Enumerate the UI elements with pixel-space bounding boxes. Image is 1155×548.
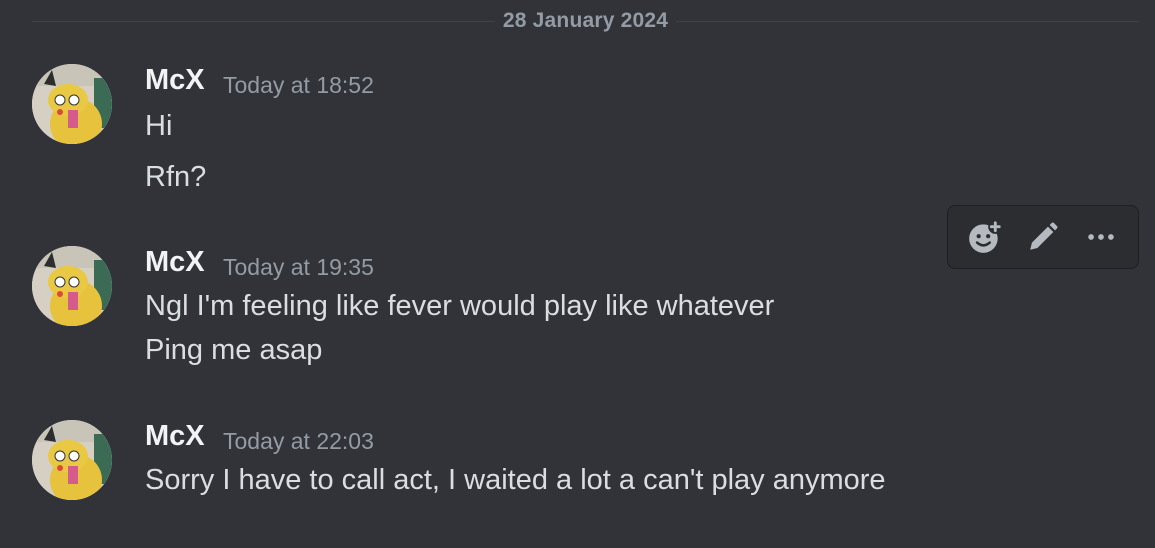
timestamp: Today at 22:03 [223,428,374,454]
more-icon [1088,234,1114,240]
message-group: McX Today at 22:03 Sorry I have to call … [0,0,1155,548]
edit-button[interactable] [1019,213,1067,261]
message-actions-toolbar [947,205,1139,269]
add-reaction-button[interactable] [961,213,1009,261]
avatar[interactable] [32,420,112,500]
add-reaction-icon [969,219,1003,253]
edit-icon [1030,222,1058,250]
username[interactable]: McX [145,420,205,453]
message-text: Sorry I have to call act, I waited a lot… [145,464,886,496]
more-options-button[interactable] [1077,213,1125,261]
